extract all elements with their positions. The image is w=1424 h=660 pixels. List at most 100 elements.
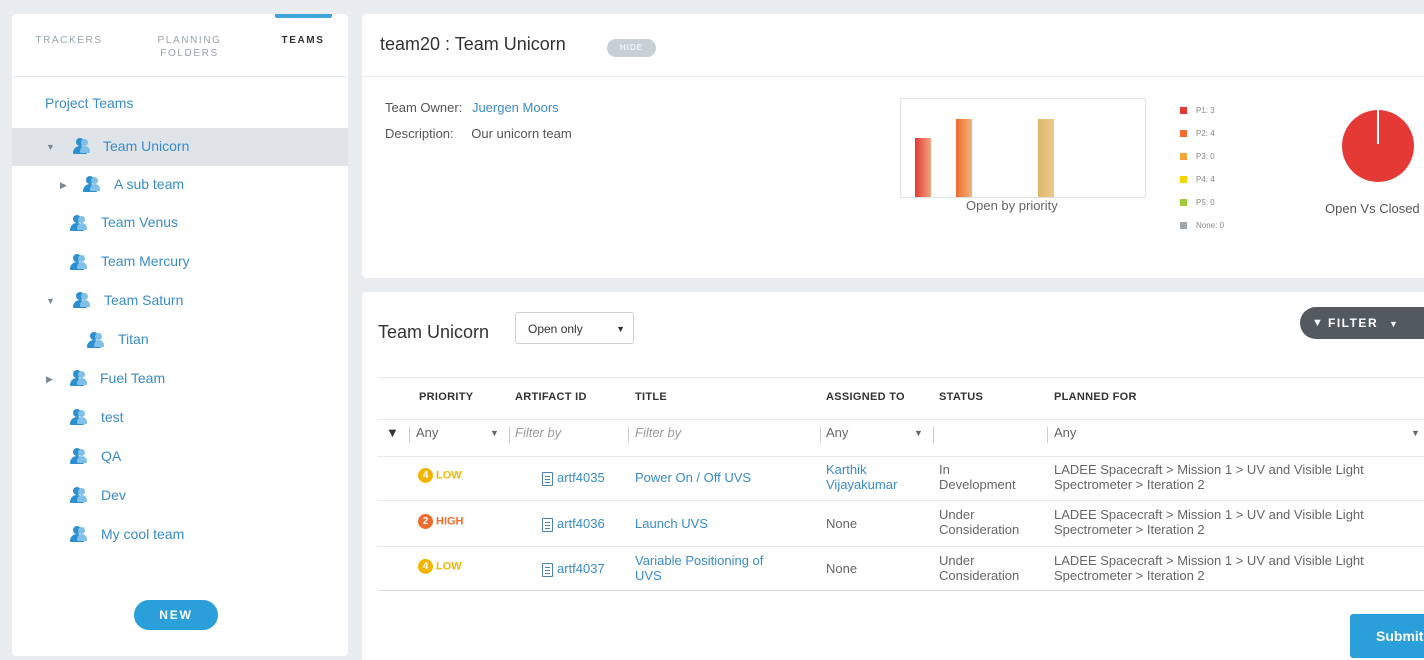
status-line: In — [939, 462, 950, 477]
document-icon — [542, 471, 553, 486]
chevron-down-icon[interactable]: ▼ — [46, 142, 56, 152]
sidebar-item-label: A sub team — [114, 176, 185, 192]
priority-filter[interactable]: Any — [416, 422, 438, 444]
team-icon — [69, 215, 87, 231]
tab-planning-folders[interactable]: PLANNING FOLDERS — [142, 34, 237, 60]
filter-button[interactable]: ▼ FILTER ▼ — [1300, 307, 1424, 339]
assigned-filter[interactable]: Any — [826, 422, 848, 444]
sidebar-item-team-unicorn[interactable]: ▼ Team Unicorn — [12, 128, 348, 166]
title-link[interactable]: Power On / Off UVS — [635, 470, 751, 485]
new-team-button[interactable]: NEW — [134, 600, 218, 630]
sidebar-item-team-mercury[interactable]: Team Mercury — [12, 243, 348, 281]
team-icon — [69, 526, 87, 542]
artifact-id: artf4035 — [557, 470, 605, 485]
priority-bar-chart — [900, 98, 1146, 198]
priority-badge: 2 HIGH — [418, 514, 464, 529]
chart-bar-p4 — [1038, 119, 1054, 197]
sidebar-item-label: Team Unicorn — [103, 138, 190, 154]
sidebar-item-label: QA — [101, 448, 122, 464]
priority-label: LOW — [436, 469, 462, 482]
legend-item: P3: 0 — [1180, 152, 1215, 162]
sidebar-item-label: Team Venus — [101, 214, 179, 230]
sidebar-item-my-cool-team[interactable]: My cool team — [12, 516, 348, 554]
artifact-id-filter[interactable]: Filter by — [515, 422, 561, 444]
divider — [378, 456, 1424, 457]
divider — [409, 427, 410, 443]
column-header-priority[interactable]: PRIORITY — [419, 391, 473, 403]
chevron-down-icon: ▼ — [490, 428, 499, 438]
project-teams-link[interactable]: Project Teams — [45, 95, 133, 111]
title-link[interactable]: Variable Positioning of UVS — [635, 553, 763, 583]
legend-label: P1: 3 — [1196, 106, 1215, 115]
hide-button[interactable]: HIDE — [607, 39, 656, 57]
assignee-value: None — [826, 561, 857, 576]
legend-label: None: 0 — [1196, 221, 1225, 230]
planned-line: Spectrometer > Iteration 2 — [1054, 477, 1205, 492]
title-link[interactable]: Launch UVS — [635, 516, 708, 531]
tab-trackers[interactable]: TRACKERS — [29, 34, 109, 47]
priority-number: 4 — [418, 468, 433, 483]
sidebar-tabs: TRACKERS PLANNING FOLDERS TEAMS — [12, 14, 348, 77]
priority-badge: 4 LOW — [418, 559, 462, 574]
planned-for-filter[interactable]: Any — [1054, 422, 1076, 444]
column-header-artifact-id[interactable]: ARTIFACT ID — [515, 391, 587, 403]
assignee-line: Vijayakumar — [826, 477, 898, 492]
column-header-title[interactable]: TITLE — [635, 391, 667, 403]
active-tab-indicator — [275, 14, 332, 18]
column-header-planned-for[interactable]: PLANNED FOR — [1054, 391, 1137, 403]
divider — [820, 427, 821, 443]
divider — [1047, 427, 1048, 443]
artifact-link[interactable]: artf4035 — [542, 470, 605, 486]
planned-for-value: LADEE Spacecraft > Mission 1 > UV and Vi… — [1054, 462, 1364, 492]
team-details-panel: team20 : Team Unicorn HIDE Team Owner: J… — [362, 14, 1424, 278]
priority-number: 2 — [418, 514, 433, 529]
column-header-status[interactable]: STATUS — [939, 391, 983, 403]
artifact-link[interactable]: artf4037 — [542, 561, 605, 577]
document-icon — [542, 562, 553, 577]
title-line: Launch UVS — [635, 516, 708, 531]
divider — [378, 419, 1424, 420]
status-line: Consideration — [939, 568, 1020, 583]
legend-item: P5: 0 — [1180, 198, 1215, 208]
planned-line: LADEE Spacecraft > Mission 1 > UV and Vi… — [1054, 507, 1364, 522]
submit-button[interactable]: Submit — [1350, 614, 1424, 658]
document-icon — [542, 517, 553, 532]
sidebar: TRACKERS PLANNING FOLDERS TEAMS Project … — [12, 14, 348, 656]
page-title: team20 : Team Unicorn — [380, 34, 566, 54]
sidebar-item-label: test — [101, 409, 124, 425]
planned-for-value: LADEE Spacecraft > Mission 1 > UV and Vi… — [1054, 507, 1364, 537]
column-header-assigned-to[interactable]: ASSIGNED TO — [826, 391, 905, 403]
sidebar-item-dev[interactable]: Dev — [12, 477, 348, 515]
funnel-icon: ▼ — [1312, 317, 1325, 329]
team-icon — [69, 487, 87, 503]
filter-icon[interactable]: ▼ — [386, 422, 399, 444]
sidebar-item-team-saturn[interactable]: ▼ Team Saturn — [12, 282, 348, 320]
title-filter[interactable]: Filter by — [635, 422, 681, 444]
owner-link[interactable]: Juergen Moors — [472, 100, 559, 115]
sidebar-item-team-venus[interactable]: Team Venus — [12, 204, 348, 242]
owner-row: Team Owner: Juergen Moors — [385, 100, 559, 115]
assignee-link[interactable]: Karthik Vijayakumar — [826, 462, 897, 492]
team-icon — [72, 292, 90, 308]
pie-slice-divider — [1377, 110, 1379, 144]
artifact-link[interactable]: artf4036 — [542, 516, 605, 532]
owner-label: Team Owner: — [385, 100, 463, 115]
artifact-table-panel: Team Unicorn Open only ▼ ▼ FILTER ▼ PRIO… — [362, 292, 1424, 660]
chevron-right-icon[interactable]: ▶ — [60, 180, 70, 190]
sidebar-item-titan[interactable]: Titan — [12, 321, 348, 359]
legend-item: None: 0 — [1180, 221, 1224, 231]
team-icon — [69, 254, 87, 270]
title-line: Power On / Off UVS — [635, 470, 752, 485]
table-title: Team Unicorn — [378, 322, 490, 342]
sidebar-item-test[interactable]: test — [12, 399, 348, 437]
tab-teams[interactable]: TEAMS — [267, 34, 339, 47]
chevron-down-icon[interactable]: ▼ — [46, 296, 56, 306]
sidebar-item-qa[interactable]: QA — [12, 438, 348, 476]
assignee-line: None — [826, 561, 858, 576]
view-select[interactable]: Open only ▼ — [515, 312, 634, 344]
view-select-value: Open only — [528, 322, 583, 336]
sidebar-item-a-sub-team[interactable]: ▶ A sub team — [12, 166, 348, 204]
sidebar-item-fuel-team[interactable]: ▶ Fuel Team — [12, 360, 348, 398]
planned-line: LADEE Spacecraft > Mission 1 > UV and Vi… — [1054, 553, 1364, 568]
chevron-right-icon[interactable]: ▶ — [46, 374, 56, 384]
